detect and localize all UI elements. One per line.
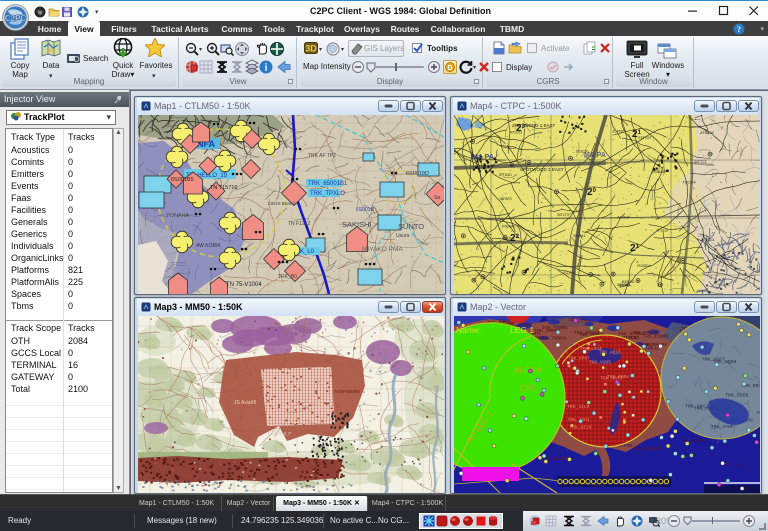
svg-text:30BBA1: 30BBA1 [573,234,586,238]
svg-text:EEB1DB: EEB1DB [652,170,666,174]
svg-text:2ROTWOOD 1 EAST: 2ROTWOOD 1 EAST [512,123,556,128]
svg-text:3CFTC1: 3CFTC1 [694,160,707,164]
svg-text:YONAHA: YONAHA [166,213,190,219]
svg-text:Usura: Usura [396,233,410,239]
svg-text:TRK_65001B1: TRK_65001B1 [308,181,348,187]
svg-text:Name:: Name: [456,325,481,335]
svg-text:TRK_41L9: TRK_41L9 [567,404,589,410]
svg-text:TRK_TPXLO: TRK_TPXLO [310,191,345,197]
svg-text:TRK_7U1P9: TRK_7U1P9 [680,438,706,444]
svg-text:6S0019D: 6S0019D [406,171,429,177]
svg-text:TRK_YS2LC: TRK_YS2LC [568,317,594,323]
svg-text:SPOTWOOD 2 EAST: SPOTWOOD 2 EAST [520,167,564,172]
svg-text:TRK_70NFH: TRK_70NFH [540,335,566,341]
svg-text:?: ? [737,25,741,34]
svg-text:B0ED11: B0ED11 [502,236,514,240]
svg-text:2CF03C: 2CF03C [612,130,625,134]
svg-text:LEG 1: LEG 1 [510,325,534,335]
svg-text:TRK_B0: TRK_B0 [278,274,297,280]
svg-text:Sa: Sa [434,195,440,201]
svg-text:TRK_VUU5: TRK_VUU5 [589,360,611,366]
svg-text:ME300 3_F: ME300 3_F [268,431,292,436]
svg-text:TRK_O7BDW: TRK_O7BDW [635,446,661,452]
svg-text:TRK_0SXI: TRK_0SXI [756,410,760,416]
svg-text:TRK AF TP2: TRK AF TP2 [308,153,336,159]
svg-text:TDC3FA: TDC3FA [683,181,697,185]
svg-text:MA PA: MA PA [472,154,494,161]
svg-text:AEATD3: AEATD3 [701,238,714,242]
svg-text:ALPHA: ALPHA [514,365,542,375]
svg-text:MA PA: MA PA [584,152,606,159]
svg-text:AACE1F: AACE1F [617,216,630,220]
svg-text:6S001B5: 6S001B5 [171,177,194,183]
svg-text:MIYAKO PMA: MIYAKO PMA [362,246,403,253]
svg-text:FD0DDA: FD0DDA [637,264,651,268]
svg-text:TRK_TXHNE: TRK_TXHNE [542,325,568,331]
svg-text:CP1: CP1 [520,383,537,393]
svg-text:SUNTO: SUNTO [398,222,424,231]
svg-text:TN 75-V1004: TN 75-V1004 [226,282,262,288]
svg-text:30T1T3: 30T1T3 [557,213,569,217]
svg-text:C2PC: C2PC [5,14,27,23]
svg-text:AW KORIK: AW KORIK [196,243,221,249]
svg-text:EFBEDC: EFBEDC [701,131,715,135]
svg-text:TRK_8I19: TRK_8I19 [570,424,592,430]
svg-text:2F1313: 2F1313 [656,228,668,232]
svg-text:i: i [265,63,268,74]
svg-text:3D: 3D [305,44,317,54]
svg-text:TRK_P1W0D: TRK_P1W0D [643,334,669,340]
svg-text:D: D [447,65,452,72]
svg-text:F0DAAC: F0DAAC [502,225,516,229]
svg-text:W: W [38,11,43,17]
svg-text:TRK_A0AT: TRK_A0AT [702,356,725,362]
svg-text:TN F1212: TN F1212 [288,221,310,227]
svg-text:L0019 B0and: L0019 B0and [268,201,295,206]
svg-text:TRK_XP0T: TRK_XP0T [568,356,590,362]
svg-text:TRK_4ATO: TRK_4ATO [600,376,622,382]
svg-text:6S001B: 6S001B [356,207,374,213]
svg-text:TRK_4YHP: TRK_4YHP [711,424,734,430]
svg-text:ASDF0008M: ASDF0008M [334,389,360,394]
svg-text:0FD2EA: 0FD2EA [618,283,632,287]
svg-text:TRK_0CCB: TRK_0CCB [725,392,748,398]
svg-text:JS Asia#5: JS Asia#5 [234,400,256,406]
svg-text:2CDTA3: 2CDTA3 [563,271,576,275]
svg-text:FFDC03: FFDC03 [509,131,522,135]
svg-text:TN T15716: TN T15716 [210,185,237,191]
svg-text:EEFCET: EEFCET [639,136,652,140]
svg-text:SAKISHI: SAKISHI [342,220,372,229]
svg-text:1BFAFD: 1BFAFD [499,197,512,201]
svg-text:TRK_452RL: TRK_452RL [722,462,748,468]
svg-text:TRK_3RXJ: TRK_3RXJ [685,404,708,410]
svg-text:0FTDAD: 0FTDAD [499,173,513,177]
